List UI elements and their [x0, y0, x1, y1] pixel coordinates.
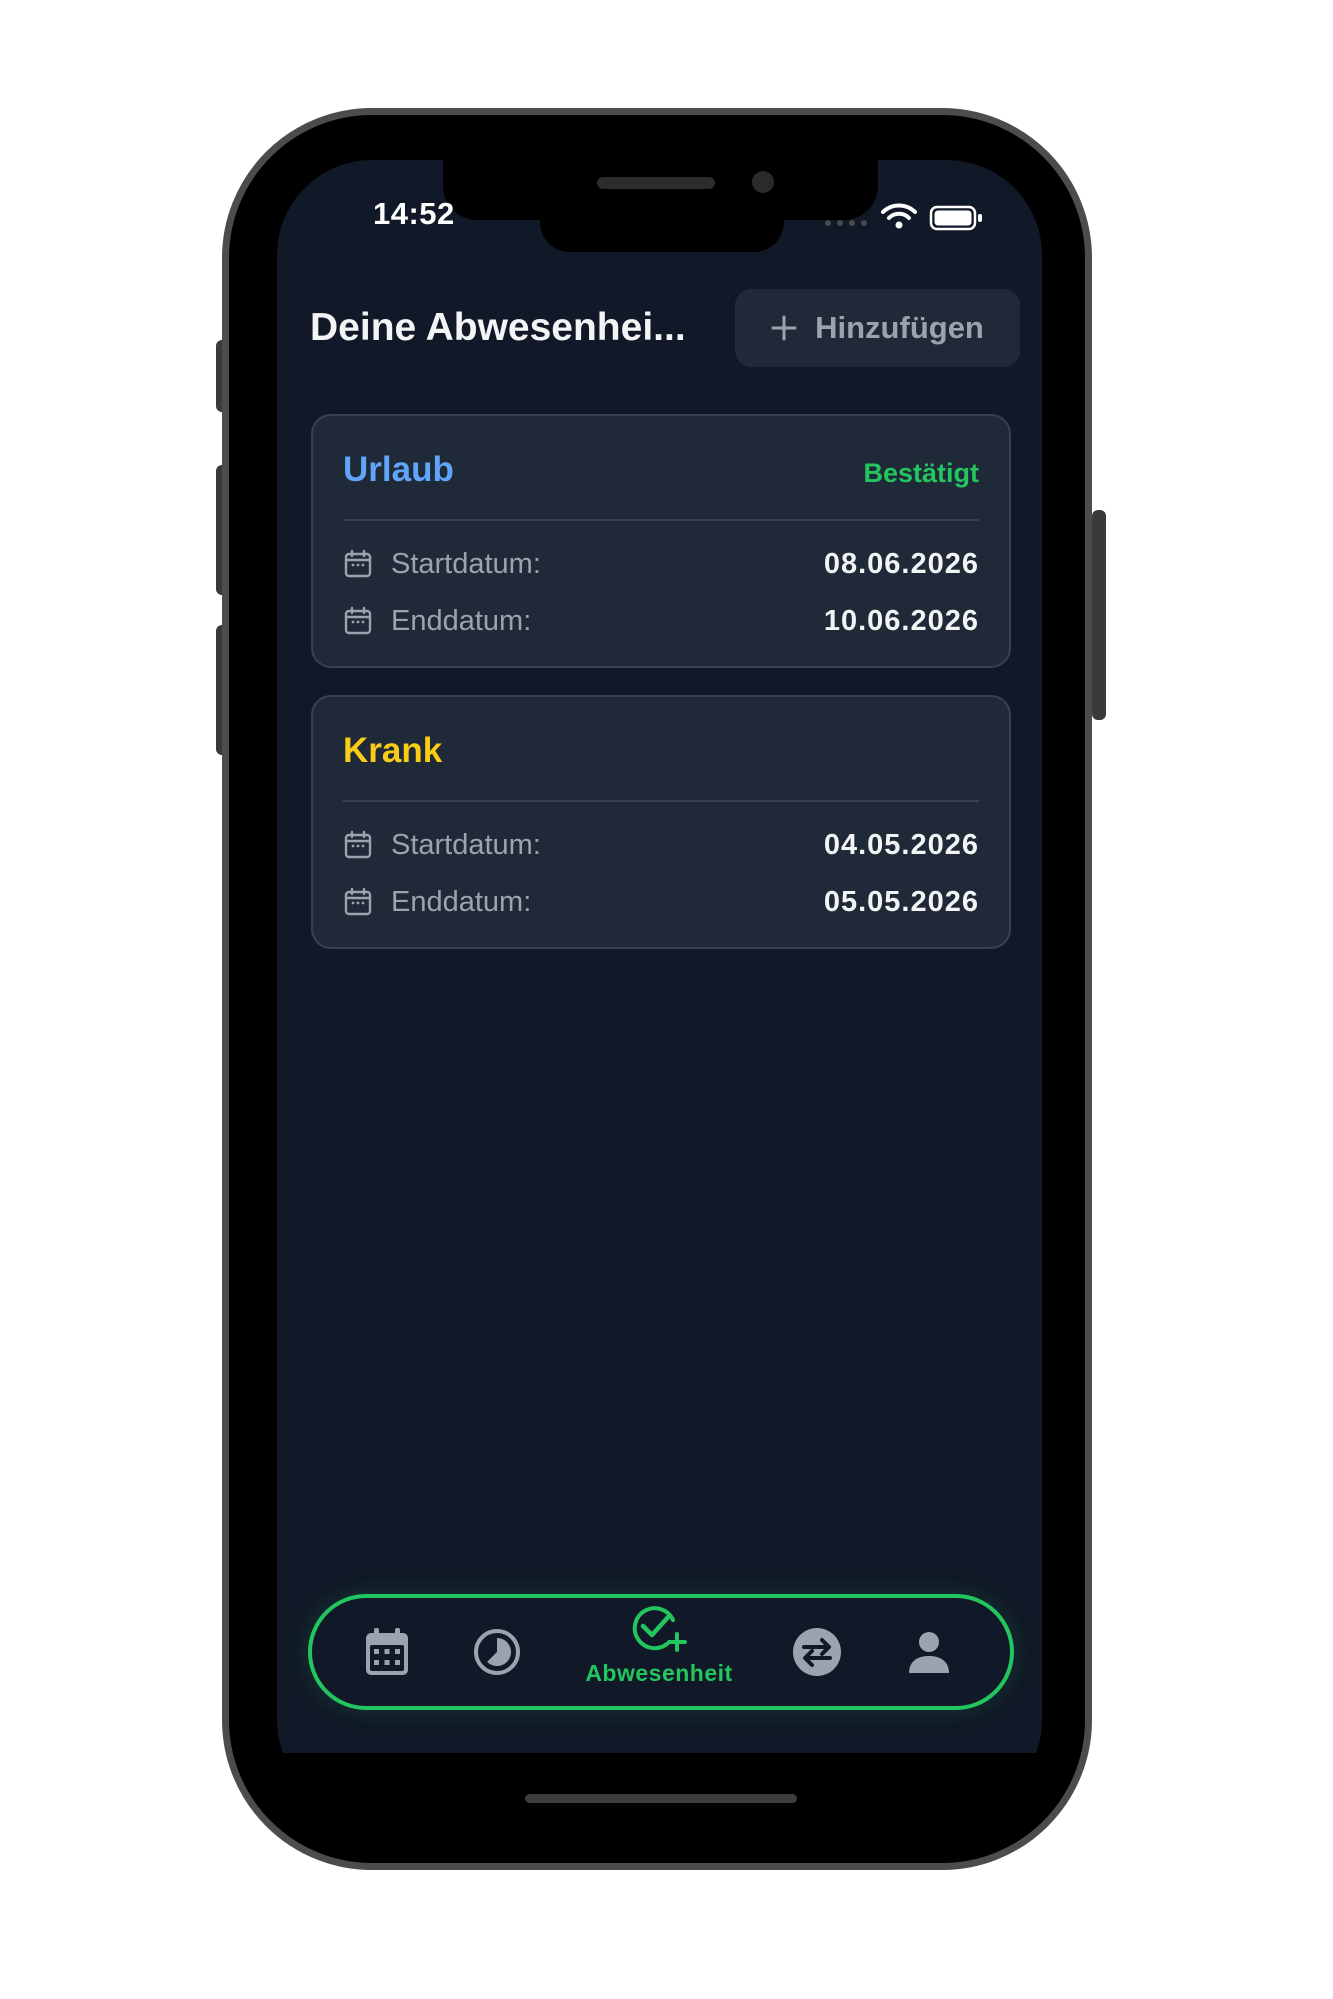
- clock-pie-icon: [474, 1629, 520, 1675]
- calendar-grid-icon: [366, 1628, 408, 1675]
- battery-icon: [929, 205, 982, 231]
- swap-arrows-icon: [793, 1628, 841, 1676]
- end-date-value: 10.06.2026: [823, 604, 979, 637]
- start-date-label: Startdatum:: [391, 547, 541, 580]
- start-date-value: 04.05.2026: [823, 828, 979, 861]
- start-date-label: Startdatum:: [391, 828, 541, 861]
- absence-type: Urlaub: [343, 450, 454, 489]
- add-absence-button[interactable]: Hinzufügen: [735, 289, 1020, 367]
- absence-card[interactable]: Urlaub Bestätigt Startdatum: 08.06.2026 …: [311, 414, 1011, 668]
- end-date-row: Enddatum: 10.06.2026: [343, 601, 979, 641]
- start-date-row: Startdatum: 04.05.2026: [343, 825, 979, 865]
- notch-lower: [540, 200, 784, 252]
- person-icon: [909, 1632, 949, 1673]
- wifi-icon: [881, 203, 917, 229]
- absence-type: Krank: [343, 731, 443, 770]
- status-badge: Bestätigt: [863, 458, 979, 488]
- calendar-icon: [344, 606, 372, 635]
- calendar-icon: [344, 830, 372, 859]
- nav-item-absence-label: Abwesenheit: [585, 1660, 733, 1686]
- page-title: Deine Abwesenhei...: [310, 306, 686, 349]
- plus-icon: [771, 315, 797, 341]
- status-indicators: [825, 200, 985, 234]
- card-divider: [343, 519, 979, 521]
- start-date-value: 08.06.2026: [823, 547, 979, 580]
- front-camera: [752, 171, 774, 193]
- calendar-icon: [344, 549, 372, 578]
- card-divider: [343, 800, 979, 802]
- nav-item-absence[interactable]: Abwesenheit: [574, 1598, 744, 1706]
- end-date-label: Enddatum:: [391, 885, 532, 918]
- bottom-nav: Abwesenheit: [308, 1594, 1014, 1710]
- phone-screen: [277, 160, 1042, 1815]
- home-indicator[interactable]: [525, 1794, 797, 1803]
- signal-icon: [825, 220, 867, 226]
- end-date-label: Enddatum:: [391, 604, 532, 637]
- add-button-label: Hinzufügen: [815, 310, 984, 345]
- check-plus-icon: [632, 1606, 687, 1652]
- start-date-row: Startdatum: 08.06.2026: [343, 544, 979, 584]
- end-date-value: 05.05.2026: [823, 885, 979, 918]
- calendar-icon: [344, 887, 372, 916]
- nav-item-time[interactable]: [462, 1598, 532, 1706]
- nav-item-swap[interactable]: [782, 1598, 852, 1706]
- power-button: [1092, 510, 1106, 720]
- speaker-grille: [597, 177, 715, 189]
- end-date-row: Enddatum: 05.05.2026: [343, 882, 979, 922]
- home-indicator-area: [277, 1753, 1042, 1815]
- absence-card[interactable]: Krank Startdatum: 04.05.2026 Enddatum: 0…: [311, 695, 1011, 949]
- status-time: 14:52: [373, 196, 455, 231]
- nav-item-profile[interactable]: [894, 1598, 964, 1706]
- nav-item-calendar[interactable]: [352, 1598, 422, 1706]
